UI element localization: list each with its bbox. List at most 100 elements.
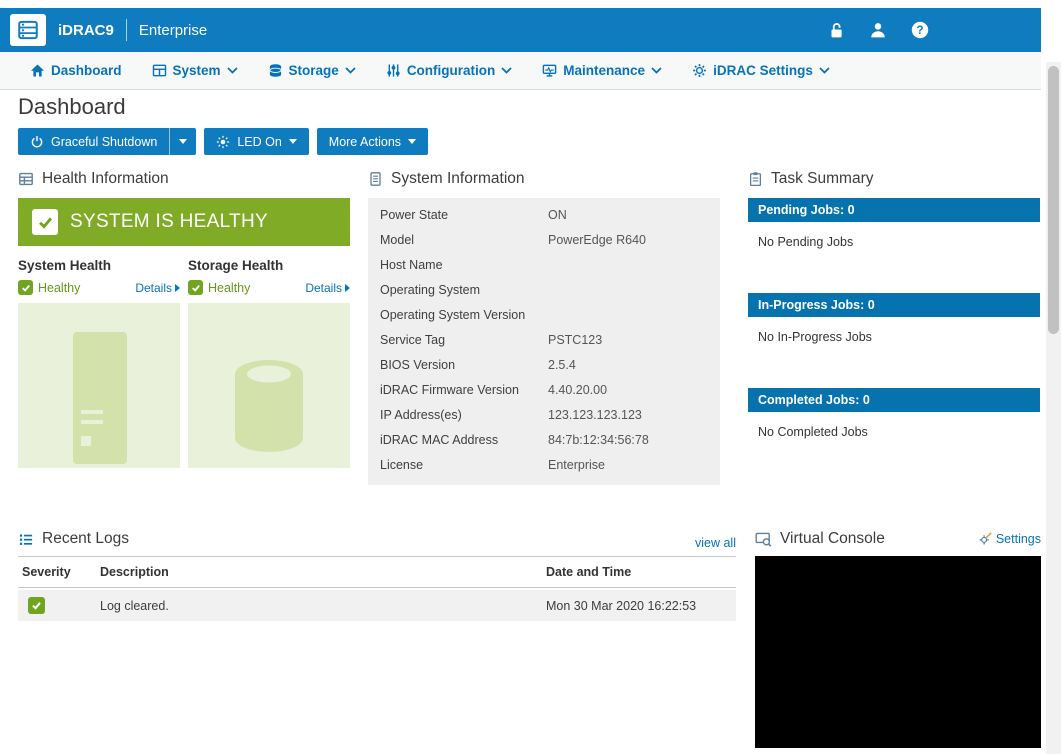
license-edition: Enterprise — [139, 22, 207, 39]
system-health-card: System Health Healthy Details — [18, 254, 180, 468]
storage-health-title: Storage Health — [188, 258, 350, 273]
nav-label: Dashboard — [51, 63, 122, 78]
maintenance-icon — [542, 63, 557, 78]
storage-health-value: Healthy — [208, 281, 250, 295]
home-icon — [30, 63, 45, 78]
led-on-button[interactable]: LED On — [204, 128, 308, 155]
storage-health-art — [188, 303, 350, 468]
virtual-console-section: Virtual Console Settings — [755, 528, 1041, 748]
system-healthy-banner: SYSTEM IS HEALTHY — [18, 198, 350, 246]
info-row: Operating System Version — [368, 303, 720, 328]
completed-jobs-body: No Completed Jobs — [748, 412, 1040, 453]
nav-system[interactable]: System — [152, 63, 238, 78]
virtual-console-preview[interactable] — [755, 556, 1041, 748]
nav-configuration[interactable]: Configuration — [386, 63, 512, 78]
toolbar: Graceful Shutdown LED On — [18, 128, 428, 155]
chevron-down-icon — [819, 67, 830, 74]
arrow-right-icon — [345, 284, 350, 292]
info-label: Host Name — [380, 258, 548, 273]
ok-check-icon — [28, 597, 45, 614]
tower-server-art-icon — [53, 318, 145, 468]
help-icon[interactable]: ? — [911, 21, 929, 39]
product-name: iDRAC9 — [58, 22, 114, 39]
info-row: iDRAC MAC Address 84:7b:12:34:56:78 — [368, 428, 720, 453]
system-health-details-link[interactable]: Details — [135, 281, 180, 295]
document-icon — [368, 171, 383, 187]
info-row: Model PowerEdge R640 — [368, 228, 720, 253]
graceful-shutdown-split-button: Graceful Shutdown — [18, 128, 196, 155]
console-monitor-icon — [755, 531, 772, 547]
chevron-down-icon — [501, 67, 512, 74]
graceful-shutdown-button[interactable]: Graceful Shutdown — [18, 128, 170, 155]
pending-jobs-header: Pending Jobs: 0 — [748, 198, 1040, 222]
info-label: IP Address(es) — [380, 408, 548, 423]
scrollbar-thumb[interactable] — [1048, 66, 1059, 334]
user-icon[interactable] — [869, 21, 887, 39]
task-summary-section: Task Summary Pending Jobs: 0 No Pending … — [748, 168, 1040, 483]
in-progress-jobs-header: In-Progress Jobs: 0 — [748, 293, 1040, 317]
clipboard-icon — [748, 171, 763, 187]
logs-table: Severity Description Date and Time Log c… — [18, 556, 736, 621]
storage-health-details-link[interactable]: Details — [305, 281, 350, 295]
column-description: Description — [100, 565, 546, 579]
health-section-header: Health Information — [18, 168, 350, 190]
graceful-shutdown-dropdown-button[interactable] — [170, 128, 196, 155]
nav-storage[interactable]: Storage — [268, 63, 356, 78]
column-severity: Severity — [18, 565, 100, 579]
info-value: PowerEdge R640 — [548, 233, 646, 248]
health-check-icon — [32, 209, 58, 235]
in-progress-jobs-group: In-Progress Jobs: 0 No In-Progress Jobs — [748, 293, 1040, 358]
info-row: iDRAC Firmware Version 4.40.20.00 — [368, 378, 720, 403]
grid-icon — [18, 171, 34, 187]
task-summary-title: Task Summary — [771, 170, 874, 188]
info-label: Service Tag — [380, 333, 548, 348]
nav-dashboard[interactable]: Dashboard — [30, 63, 122, 78]
health-section-title: Health Information — [42, 170, 169, 188]
system-info-panel: Power State ON Model PowerEdge R640 Host… — [368, 198, 720, 485]
info-label: iDRAC MAC Address — [380, 433, 548, 448]
virtual-console-header: Virtual Console Settings — [755, 528, 1041, 550]
health-cards: System Health Healthy Details — [18, 254, 350, 468]
svg-text:?: ? — [916, 23, 923, 37]
led-icon — [216, 135, 230, 149]
unlock-icon[interactable] — [827, 21, 845, 39]
vertical-scrollbar[interactable] — [1046, 62, 1061, 754]
view-all-link[interactable]: view all — [695, 536, 736, 550]
recent-logs-titlebar: Recent Logs — [18, 528, 129, 550]
system-health-value: Healthy — [38, 281, 80, 295]
idrac-logo-icon — [10, 14, 46, 46]
storage-icon — [268, 63, 283, 78]
caret-down-icon — [289, 139, 297, 144]
logs-table-header: Severity Description Date and Time — [18, 557, 736, 588]
info-label: Model — [380, 233, 548, 248]
power-icon — [30, 135, 44, 149]
nav-maintenance[interactable]: Maintenance — [542, 63, 662, 78]
log-description: Log cleared. — [100, 599, 546, 613]
recent-logs-title: Recent Logs — [42, 530, 129, 548]
main-navbar: Dashboard System Storage — [0, 52, 1041, 90]
ok-check-icon — [188, 280, 203, 295]
info-value: 84:7b:12:34:56:78 — [548, 433, 649, 448]
more-actions-button[interactable]: More Actions — [317, 128, 428, 155]
system-info-title: System Information — [391, 170, 525, 188]
storage-cylinder-art-icon — [221, 348, 317, 468]
ok-check-icon — [18, 280, 33, 295]
gear-pencil-icon — [978, 532, 992, 546]
info-row: Service Tag PSTC123 — [368, 328, 720, 353]
virtual-console-titlebar: Virtual Console — [755, 528, 885, 550]
info-label: Operating System — [380, 283, 548, 298]
completed-jobs-header: Completed Jobs: 0 — [748, 388, 1040, 412]
info-value: 123.123.123.123 — [548, 408, 642, 423]
console-settings-link[interactable]: Settings — [978, 532, 1041, 546]
storage-health-card: Storage Health Healthy Details — [188, 254, 350, 468]
column-date: Date and Time — [546, 565, 736, 579]
system-icon — [152, 63, 167, 78]
storage-health-status: Healthy Details — [188, 280, 350, 295]
gear-icon — [692, 63, 707, 78]
info-value: ON — [548, 208, 567, 223]
nav-label: Maintenance — [563, 63, 645, 78]
task-summary-header: Task Summary — [748, 168, 1040, 190]
system-health-art — [18, 303, 180, 468]
nav-idrac-settings[interactable]: iDRAC Settings — [692, 63, 830, 78]
info-value: PSTC123 — [548, 333, 602, 348]
